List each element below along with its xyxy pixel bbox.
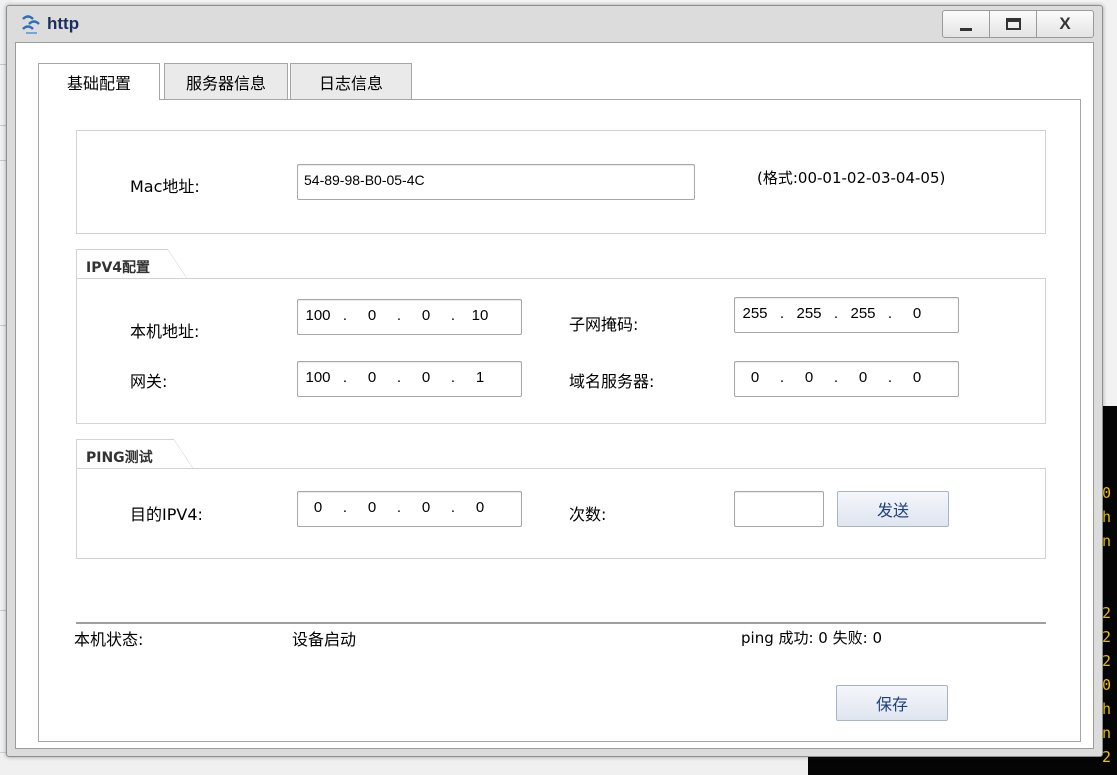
ip-octet: 255 xyxy=(796,304,822,322)
minimize-icon xyxy=(960,27,972,31)
gateway-input[interactable]: 100. 0. 0. 1 xyxy=(297,361,522,397)
mac-input[interactable]: 54-89-98-B0-05-4C xyxy=(297,164,695,200)
send-button[interactable]: 发送 xyxy=(837,491,949,527)
subnet-mask-input[interactable]: 255. 255. 255. 0 xyxy=(734,297,959,333)
ip-octet: 0 xyxy=(367,306,377,324)
ip-octet: 0 xyxy=(804,368,814,386)
http-config-window: http X 基础配置 服务器信息 日志信息 Mac地址: 54-89-98-B… xyxy=(6,5,1103,757)
terminal-text: 2 xyxy=(1102,604,1112,622)
mac-group: Mac地址: 54-89-98-B0-05-4C (格式:00-01-02-03… xyxy=(76,130,1046,234)
app-icon xyxy=(22,15,40,34)
gateway-label: 网关: xyxy=(130,372,168,391)
terminal-text: 0 xyxy=(1102,484,1112,502)
ip-octet: 1 xyxy=(475,368,485,386)
dns-server-input[interactable]: 0. 0. 0. 0 xyxy=(734,361,959,397)
tab-basic-config[interactable]: 基础配置 xyxy=(38,63,160,100)
ipv4-section-title: IPV4配置 xyxy=(76,249,188,280)
mac-format-hint: (格式:00-01-02-03-04-05) xyxy=(757,169,946,187)
close-icon: X xyxy=(1059,14,1071,33)
maximize-icon xyxy=(1005,18,1021,30)
save-button[interactable]: 保存 xyxy=(836,685,948,721)
tab-server-info[interactable]: 服务器信息 xyxy=(164,63,288,99)
host-address-input[interactable]: 100. 0. 0. 10 xyxy=(297,299,522,335)
terminal-text: n xyxy=(1102,724,1112,742)
terminal-text: 2 xyxy=(1102,652,1112,670)
ip-octet: 0 xyxy=(912,368,922,386)
ping-section-title: PING测试 xyxy=(76,439,194,470)
ip-octet: 0 xyxy=(750,368,760,386)
ip-octet: 0 xyxy=(421,368,431,386)
ip-octet: 0 xyxy=(313,498,323,516)
status-label: 本机状态: xyxy=(74,630,144,649)
ip-octet: 10 xyxy=(471,306,489,324)
terminal-text: h xyxy=(1102,508,1112,526)
ping-count-input[interactable] xyxy=(734,491,824,527)
tab-log-info[interactable]: 日志信息 xyxy=(290,63,412,99)
dns-server-label: 域名服务器: xyxy=(569,372,655,391)
ip-octet: 100 xyxy=(305,306,331,324)
ip-octet: 255 xyxy=(742,304,768,322)
mac-label: Mac地址: xyxy=(130,177,200,196)
terminal-text: 2 xyxy=(1102,628,1112,646)
ip-octet: 0 xyxy=(367,368,377,386)
status-value: 设备启动 xyxy=(292,630,357,649)
ping-dest-input[interactable]: 0. 0. 0. 0 xyxy=(297,491,522,527)
ipv4-group: 本机地址: 100. 0. 0. 10 子网掩码: 255. 255. 255.… xyxy=(76,278,1046,424)
close-button[interactable]: X xyxy=(1036,10,1094,38)
title-bar[interactable]: http X xyxy=(7,6,1102,42)
status-divider xyxy=(76,622,1046,624)
ip-octet: 0 xyxy=(912,304,922,322)
ping-group: 目的IPV4: 0. 0. 0. 0 次数: 发送 xyxy=(76,468,1046,559)
ip-octet: 0 xyxy=(858,368,868,386)
ip-octet: 255 xyxy=(850,304,876,322)
ping-count-label: 次数: xyxy=(569,505,607,524)
terminal-text: n xyxy=(1102,532,1112,550)
ip-octet: 0 xyxy=(475,498,485,516)
ip-octet: 0 xyxy=(421,498,431,516)
host-address-label: 本机地址: xyxy=(130,322,200,341)
subnet-mask-label: 子网掩码: xyxy=(569,315,639,334)
ip-octet: 100 xyxy=(305,368,331,386)
terminal-text: h xyxy=(1102,700,1112,718)
terminal-text: 2 xyxy=(1102,748,1112,766)
terminal-text: 0 xyxy=(1102,676,1112,694)
ip-octet: 0 xyxy=(421,306,431,324)
ip-octet: 0 xyxy=(367,498,377,516)
window-title: http xyxy=(47,14,80,33)
ping-result: ping 成功: 0 失败: 0 xyxy=(741,629,882,647)
ping-dest-label: 目的IPV4: xyxy=(130,505,203,524)
maximize-button[interactable] xyxy=(989,10,1037,38)
window-client-area: 基础配置 服务器信息 日志信息 Mac地址: 54-89-98-B0-05-4C… xyxy=(15,42,1094,749)
minimize-button[interactable] xyxy=(942,10,990,38)
